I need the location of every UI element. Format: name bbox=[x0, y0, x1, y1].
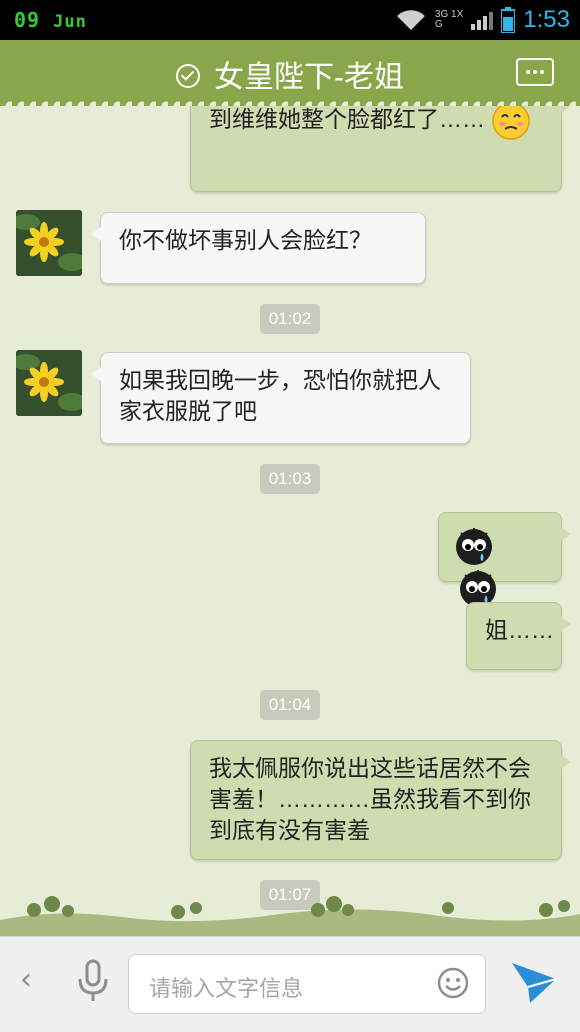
flower-avatar-image bbox=[16, 350, 82, 416]
chat-area[interactable]: 到维维她整个脸都红了…… 你不做坏事别人会脸红？ 01:02 如果我回晚一步，恐… bbox=[0, 106, 580, 936]
chat-header: 女皇陛下-老姐 bbox=[0, 40, 580, 106]
hills-trees-decoration bbox=[0, 896, 580, 936]
contact-avatar[interactable] bbox=[16, 210, 82, 276]
crying-face-emoji bbox=[456, 528, 492, 565]
chat-title: 女皇陛下-老姐 bbox=[214, 61, 404, 94]
dot-icon bbox=[533, 70, 537, 74]
signal-icon bbox=[471, 12, 494, 30]
message-text: 如果我回晚一步，恐怕你就把人家衣服脱了吧 bbox=[119, 367, 441, 424]
status-indicators: 3G 1X G 1:53 bbox=[395, 6, 570, 34]
message-bubble-incoming[interactable]: 你不做坏事别人会脸红？ bbox=[91, 212, 426, 284]
smiley-icon[interactable] bbox=[437, 967, 469, 999]
check-circle-icon bbox=[176, 64, 200, 89]
status-time: 1:53 bbox=[523, 6, 570, 33]
timestamp: 01:04 bbox=[260, 690, 320, 720]
message-text: 姐…… bbox=[485, 617, 554, 643]
blushing-face-emoji bbox=[492, 106, 531, 140]
dot-icon bbox=[526, 70, 530, 74]
network-type: 3G 1X G bbox=[435, 10, 463, 30]
battery-icon bbox=[501, 7, 516, 33]
message-bubble-outgoing[interactable] bbox=[438, 512, 571, 607]
message-bubble-outgoing[interactable]: 到维维她整个脸都红了…… bbox=[190, 106, 571, 192]
message-input-placeholder: 请输入文字信息 bbox=[149, 976, 304, 1001]
contact-avatar[interactable] bbox=[16, 350, 82, 416]
message-text: 你不做坏事别人会脸红？ bbox=[119, 227, 372, 253]
status-bar: 09 Jun 3G 1X G 1:53 bbox=[0, 0, 580, 40]
status-month: Jun bbox=[53, 12, 87, 32]
dot-icon bbox=[540, 70, 544, 74]
network-g-label: G bbox=[434, 19, 443, 30]
chat-title-wrap: 女皇陛下-老姐 bbox=[0, 52, 580, 96]
message-bubble-outgoing[interactable]: 我太佩服你说出这些话居然不会害羞！…………虽然我看不到你到底有没有害羞 bbox=[190, 740, 571, 860]
microphone-icon[interactable] bbox=[76, 959, 110, 1005]
send-icon[interactable] bbox=[508, 959, 560, 1007]
message-text: 到维维她整个脸都红了…… bbox=[209, 106, 485, 133]
message-text: 我太佩服你说出这些话居然不会害羞！…………虽然我看不到你到底有没有害羞 bbox=[209, 755, 531, 843]
message-bubble-outgoing[interactable]: 姐…… bbox=[466, 602, 571, 670]
message-bubble-incoming[interactable]: 如果我回晚一步，恐怕你就把人家衣服脱了吧 bbox=[91, 352, 471, 444]
timestamp: 01:03 bbox=[260, 464, 320, 494]
input-bar: ‹ 请输入文字信息 bbox=[0, 936, 580, 1032]
status-date: 09 Jun bbox=[14, 8, 87, 32]
wifi-icon bbox=[396, 10, 425, 30]
status-day: 09 bbox=[14, 8, 41, 32]
flower-avatar-image bbox=[16, 210, 82, 276]
timestamp: 01:02 bbox=[260, 304, 320, 334]
chat-menu-button[interactable] bbox=[516, 58, 554, 86]
chevron-left-icon[interactable]: ‹ bbox=[20, 965, 34, 995]
message-input[interactable]: 请输入文字信息 bbox=[128, 954, 486, 1014]
